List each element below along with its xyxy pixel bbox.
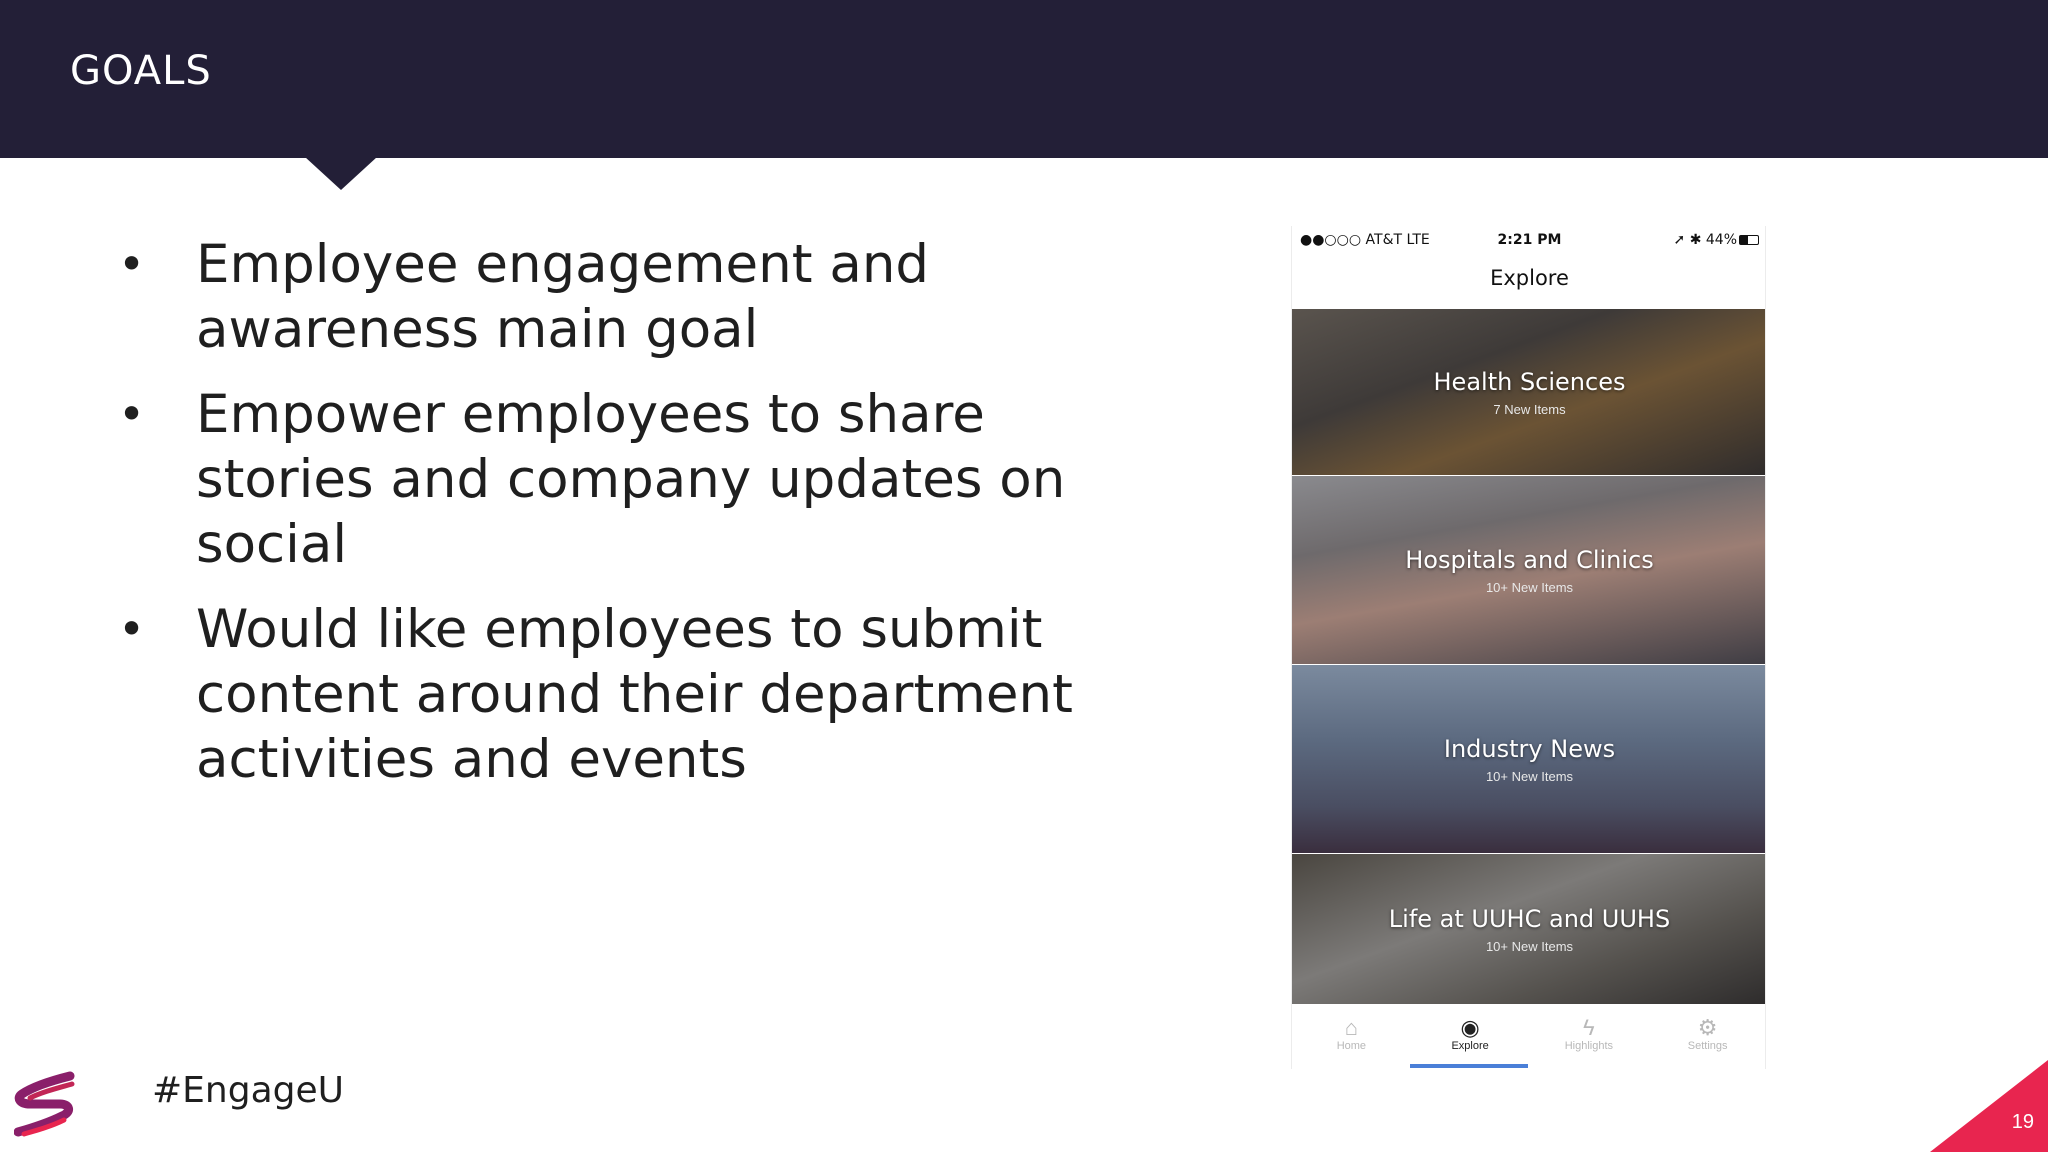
card-title: Life at UUHC and UUHS	[1388, 904, 1671, 933]
lightning-icon: ϟ	[1583, 1015, 1595, 1040]
bullet-dot: •	[118, 237, 146, 291]
card-title: Health Sciences	[1433, 367, 1626, 396]
battery-icon	[1739, 235, 1759, 245]
corner-accent	[1930, 1060, 2048, 1152]
tab-label: Settings	[1687, 1040, 1728, 1052]
bullet-item: • Empower employees to share stories and…	[118, 382, 1178, 577]
explore-card-industry-news[interactable]: Industry News 10+ New Items	[1292, 664, 1765, 853]
slide-title: GOALS	[70, 48, 212, 94]
tab-home[interactable]: ⌂ Home	[1292, 1006, 1411, 1069]
bullet-list: • Employee engagement and awareness main…	[118, 232, 1178, 812]
bullet-dot: •	[118, 602, 146, 656]
tab-label: Home	[1336, 1040, 1367, 1052]
hashtag: #EngageU	[152, 1070, 344, 1111]
card-subtitle: 7 New Items	[1493, 401, 1566, 417]
explore-card-list: Health Sciences 7 New Items Hospitals an…	[1292, 308, 1765, 1004]
phone-screenshot: ●●○○○ AT&T LTE 2:21 PM ➚ ✱ 44% Explore H…	[1291, 226, 1766, 1069]
bullet-text: Would like employees to submit content a…	[196, 599, 1073, 790]
card-title: Hospitals and Clinics	[1405, 545, 1654, 574]
bullet-item: • Employee engagement and awareness main…	[118, 232, 1178, 362]
card-subtitle: 10+ New Items	[1485, 579, 1574, 595]
tab-explore[interactable]: ◉ Explore	[1411, 1006, 1530, 1069]
bullet-item: • Would like employees to submit content…	[118, 597, 1178, 792]
nav-title: Explore	[1490, 266, 1569, 290]
bullet-text: Empower employees to share stories and c…	[196, 384, 1066, 575]
explore-card-hospitals-clinics[interactable]: Hospitals and Clinics 10+ New Items	[1292, 475, 1765, 664]
bullet-text: Employee engagement and awareness main g…	[196, 234, 930, 360]
compass-icon: ◉	[1460, 1015, 1480, 1040]
gear-icon: ⚙	[1697, 1015, 1718, 1040]
tab-label: Highlights	[1564, 1040, 1614, 1052]
active-tab-indicator	[1410, 1064, 1528, 1068]
slide-header: GOALS	[0, 0, 2048, 158]
tab-highlights[interactable]: ϟ Highlights	[1530, 1006, 1649, 1069]
card-title: Industry News	[1443, 734, 1616, 763]
card-subtitle: 10+ New Items	[1485, 938, 1574, 954]
brand-logo-icon	[14, 1071, 75, 1137]
tab-settings[interactable]: ⚙ Settings	[1648, 1006, 1765, 1069]
bullet-dot: •	[118, 387, 146, 441]
battery-percent: ➚ ✱ 44%	[1673, 232, 1737, 248]
explore-card-life-at-uuhc[interactable]: Life at UUHC and UUHS 10+ New Items	[1292, 853, 1765, 1004]
page-number: 19	[2011, 1111, 2034, 1133]
home-icon: ⌂	[1344, 1015, 1359, 1040]
header-notch	[305, 157, 377, 190]
card-subtitle: 10+ New Items	[1485, 768, 1574, 784]
tab-label: Explore	[1451, 1040, 1489, 1052]
status-bar: ●●○○○ AT&T LTE 2:21 PM ➚ ✱ 44%	[1292, 226, 1765, 254]
explore-card-health-sciences[interactable]: Health Sciences 7 New Items	[1292, 308, 1765, 475]
tab-bar: ⌂ Home ◉ Explore ϟ Highlights ⚙ Settings	[1292, 1006, 1765, 1069]
